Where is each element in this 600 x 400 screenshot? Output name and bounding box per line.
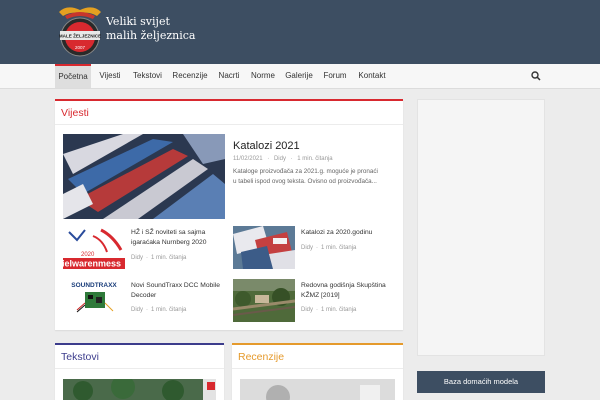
post-title-line[interactable]: Katalozi za 2020.godinu <box>301 228 372 238</box>
post-title-line[interactable]: HŽ i SŽ noviteti sa sajma <box>131 228 206 238</box>
nav-item-norme[interactable]: Norme <box>248 64 278 88</box>
excerpt-line-1: Kataloge proizvođača za 2021.g. moguće j… <box>233 168 378 175</box>
post-title-line[interactable]: Decoder <box>131 291 220 301</box>
post-author[interactable]: Didy <box>301 307 313 313</box>
recenzije-header: Recenzije <box>232 343 403 369</box>
post-thumb-soundtraxx[interactable]: SOUNDTRAXX <box>63 279 125 322</box>
svg-text:ielwarenmess: ielwarenmess <box>63 259 121 269</box>
post-read-time: 1 min. čitanja <box>151 255 187 261</box>
post-thumb-skupstina[interactable] <box>233 279 295 322</box>
recenzije-panel: Recenzije <box>232 343 403 400</box>
featured-image[interactable] <box>63 134 225 219</box>
tagline-line-1: Veliki svijet <box>106 15 170 28</box>
post-title-soundtraxx[interactable]: Novi SoundTraxx DCC Mobile Decoder <box>131 281 220 301</box>
tekstovi-header: Tekstovi <box>55 343 224 369</box>
post-title-skupstina[interactable]: Redovna godišnja Skupština KŽMZ [2019] <box>301 281 386 301</box>
tekstovi-title[interactable]: Tekstovi <box>61 351 99 363</box>
post-title-nurnberg[interactable]: HŽ i SŽ noviteti sa sajma igaraćaka Nurn… <box>131 228 206 248</box>
site-header: MALE ŽELJEZNICE 2007 Veliki svijet malih… <box>0 0 600 64</box>
recenzije-title[interactable]: Recenzije <box>238 351 284 363</box>
baza-domacih-modela-button[interactable]: Baza domaćih modela <box>417 371 545 393</box>
post-title-line[interactable]: KŽMZ [2019] <box>301 291 386 301</box>
post-meta-skupstina: Didy · 1 min. čitanja <box>301 307 357 313</box>
nav-item-pocetna[interactable]: Početna <box>55 64 91 88</box>
post-title-line[interactable]: Novi SoundTraxx DCC Mobile <box>131 281 220 291</box>
featured-excerpt: Kataloge proizvođača za 2021.g. moguće j… <box>233 167 389 186</box>
nav-item-nacrti[interactable]: Nacrti <box>214 64 244 88</box>
nav-item-galerije[interactable]: Galerije <box>282 64 316 88</box>
post-read-time: 1 min. čitanja <box>151 307 187 313</box>
search-icon[interactable] <box>531 71 541 81</box>
nav-item-tekstovi[interactable]: Tekstovi <box>129 64 166 88</box>
main-nav: Početna Vijesti Tekstovi Recenzije Nacrt… <box>0 64 600 89</box>
post-read-time: 1 min. čitanja <box>321 307 357 313</box>
featured-read-time: 1 min. čitanja <box>297 156 333 162</box>
featured-meta: 11/02/2021 · Didy · 1 min. čitanja <box>233 156 333 162</box>
post-meta-katalozi-2020: Didy · 1 min. čitanja <box>301 245 357 251</box>
featured-date: 11/02/2021 <box>233 156 263 162</box>
nav-item-recenzije[interactable]: Recenzije <box>170 64 210 88</box>
post-title-katalozi-2020[interactable]: Katalozi za 2020.godinu <box>301 228 372 238</box>
nav-item-forum[interactable]: Forum <box>320 64 350 88</box>
post-thumb-nurnberg[interactable]: 2020 ielwarenmess <box>63 226 125 269</box>
vijesti-title[interactable]: Vijesti <box>61 107 89 119</box>
vijesti-header: Vijesti <box>55 99 403 125</box>
post-author[interactable]: Didy <box>131 307 143 313</box>
site-logo[interactable]: MALE ŽELJEZNICE 2007 <box>57 2 103 60</box>
recenzije-featured-image[interactable] <box>240 379 395 400</box>
post-meta-soundtraxx: Didy · 1 min. čitanja <box>131 307 187 313</box>
post-read-time: 1 min. čitanja <box>321 245 357 251</box>
site-tagline: Veliki svijet malih željeznica <box>106 15 195 43</box>
featured-author[interactable]: Didy <box>274 156 286 162</box>
svg-text:2007: 2007 <box>75 45 86 50</box>
post-meta-nurnberg: Didy · 1 min. čitanja <box>131 255 187 261</box>
post-author[interactable]: Didy <box>301 245 313 251</box>
post-thumb-katalozi-2020[interactable] <box>233 226 295 269</box>
featured-title[interactable]: Katalozi 2021 <box>233 140 300 152</box>
excerpt-line-2: u tabeli ispod ovog teksta. Ovisno od pr… <box>233 177 377 185</box>
post-author[interactable]: Didy <box>131 255 143 261</box>
svg-text:SOUNDTRAXX: SOUNDTRAXX <box>71 282 117 289</box>
tekstovi-featured-image[interactable] <box>63 379 216 400</box>
sidebar-ad-box <box>417 99 545 356</box>
svg-text:MALE ŽELJEZNICE: MALE ŽELJEZNICE <box>59 32 101 39</box>
tagline-line-2: malih željeznica <box>106 29 196 42</box>
nav-item-vijesti[interactable]: Vijesti <box>95 64 125 88</box>
post-title-line[interactable]: igaraćaka Nurnberg 2020 <box>131 238 206 248</box>
svg-text:2020: 2020 <box>81 252 95 258</box>
tekstovi-panel: Tekstovi <box>55 343 224 400</box>
nav-item-kontakt[interactable]: Kontakt <box>354 64 390 88</box>
post-title-line[interactable]: Redovna godišnja Skupština <box>301 281 386 291</box>
